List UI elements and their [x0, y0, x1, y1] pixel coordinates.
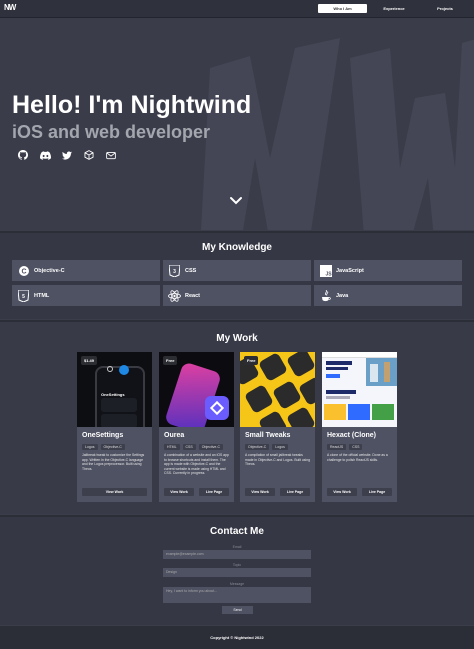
hero-subtitle: iOS and web developer	[12, 122, 211, 142]
skill-css: 3 CSS	[163, 260, 311, 281]
send-button[interactable]: Send	[222, 606, 253, 614]
objective-c-icon: C	[17, 264, 30, 277]
topic-field[interactable]: Design	[163, 568, 311, 577]
tag: Logos	[272, 444, 288, 450]
tag: Logos	[82, 444, 98, 450]
project-description: A combination of a website and an iOS ap…	[164, 453, 229, 476]
work-section: My Work $1.49 OneSettings OneSettings Lo…	[0, 320, 474, 514]
project-description: A compilation of small jailbreak tweaks …	[245, 453, 311, 467]
price-badge: $1.49	[81, 356, 98, 365]
project-image: $1.49 OneSettings	[77, 352, 152, 427]
java-icon	[319, 289, 332, 302]
footer: Copyright © Nightwind 2022	[0, 626, 474, 649]
copyright-text: Copyright © Nightwind 2022	[210, 635, 264, 640]
price-badge: Free	[163, 356, 178, 365]
project-card-small-tweaks: Free Small Tweaks Objective-C Logos A co…	[240, 352, 315, 502]
hero-title: Hello! I'm Nightwind	[12, 91, 252, 119]
skill-label: React	[185, 292, 200, 299]
svg-text:5: 5	[22, 294, 25, 300]
project-card-onesettings: $1.49 OneSettings OneSettings Logos Obje…	[77, 352, 152, 502]
project-title: OneSettings	[82, 432, 124, 439]
message-label: Message	[229, 582, 245, 586]
project-description: Jailbreak tweak to customize the Setting…	[82, 453, 145, 471]
skill-javascript: JS JavaScript	[314, 260, 462, 281]
skill-label: CSS	[185, 267, 197, 274]
contact-title: Contact Me	[210, 526, 264, 537]
css-icon: 3	[168, 264, 181, 277]
project-image: Free	[159, 352, 234, 427]
html-icon: 5	[17, 289, 30, 302]
project-card-hexact-clone: Hexact (Clone) ReactJS CSS A clone of th…	[322, 352, 397, 502]
skill-label: Java	[336, 292, 349, 299]
svg-text:3: 3	[173, 269, 176, 275]
skill-react: React	[163, 285, 311, 306]
chevron-down-icon[interactable]	[229, 196, 243, 206]
project-tags: Logos Objective-C	[82, 444, 125, 450]
project-title: Small Tweaks	[245, 432, 291, 439]
project-tags: HTML CSS Objective-C	[164, 444, 224, 450]
email-field[interactable]: example@example.com	[163, 550, 311, 559]
tag: HTML	[164, 444, 180, 450]
project-tags: Objective-C Logos	[245, 444, 288, 450]
svg-text:C: C	[21, 268, 26, 275]
navbar: NW Who I Am Experience Projects	[0, 0, 474, 18]
tag: Objective-C	[198, 444, 224, 450]
project-title: Hexact (Clone)	[327, 432, 377, 439]
live-page-button[interactable]: Live Page	[362, 488, 392, 496]
view-work-button[interactable]: View Work	[82, 488, 147, 496]
twitter-icon[interactable]	[56, 149, 78, 161]
hero-section: Hello! I'm Nightwind iOS and web develop…	[0, 18, 474, 230]
tag: CSS	[182, 444, 196, 450]
nav-projects[interactable]: Projects	[426, 4, 464, 13]
github-icon[interactable]	[12, 149, 34, 161]
view-work-button[interactable]: View Work	[245, 488, 275, 496]
price-badge: Free	[244, 356, 259, 365]
project-tags: ReactJS CSS	[327, 444, 363, 450]
site-logo[interactable]: NW	[4, 3, 17, 15]
javascript-icon: JS	[319, 264, 332, 277]
tag: ReactJS	[327, 444, 347, 450]
work-title: My Work	[216, 333, 258, 344]
nav-experience[interactable]: Experience	[375, 4, 413, 13]
view-work-button[interactable]: View Work	[164, 488, 194, 496]
skill-html: 5 HTML	[12, 285, 160, 306]
contact-section: Contact Me Email example@example.com Top…	[0, 515, 474, 625]
topic-label: Topic	[232, 563, 242, 567]
react-icon	[168, 289, 181, 302]
view-work-button[interactable]: View Work	[327, 488, 357, 496]
tag: Objective-C	[245, 444, 270, 450]
mail-icon[interactable]	[100, 149, 122, 161]
live-page-button[interactable]: Live Page	[199, 488, 229, 496]
search-icon	[107, 366, 113, 372]
skill-objective-c: C Objective-C	[12, 260, 160, 281]
knowledge-title: My Knowledge	[201, 242, 272, 253]
live-page-button[interactable]: Live Page	[280, 488, 310, 496]
skill-label: HTML	[34, 292, 50, 299]
project-card-ourea: Free Ourea HTML CSS Objective-C A combin…	[159, 352, 234, 502]
project-description: A clone of the official website. Done as…	[327, 453, 388, 462]
svg-text:JS: JS	[325, 271, 332, 277]
skill-java: Java	[314, 285, 462, 306]
package-icon[interactable]	[78, 149, 100, 161]
avatar	[119, 365, 129, 375]
skill-label: Objective-C	[34, 267, 65, 274]
project-image: Free	[240, 352, 315, 427]
tag: CSS	[349, 444, 363, 450]
tag: Objective-C	[100, 444, 125, 450]
message-field[interactable]: Hey, I want to inform you about...	[163, 587, 311, 603]
knowledge-section: My Knowledge C Objective-C 3 CSS JS Java…	[0, 231, 474, 319]
skill-label: JavaScript	[336, 267, 364, 274]
email-label: Email	[232, 545, 242, 549]
project-title: Ourea	[164, 432, 185, 439]
discord-icon[interactable]	[34, 149, 56, 161]
social-links	[12, 149, 122, 161]
project-image	[322, 352, 397, 427]
nav-who-i-am[interactable]: Who I Am	[318, 4, 367, 13]
